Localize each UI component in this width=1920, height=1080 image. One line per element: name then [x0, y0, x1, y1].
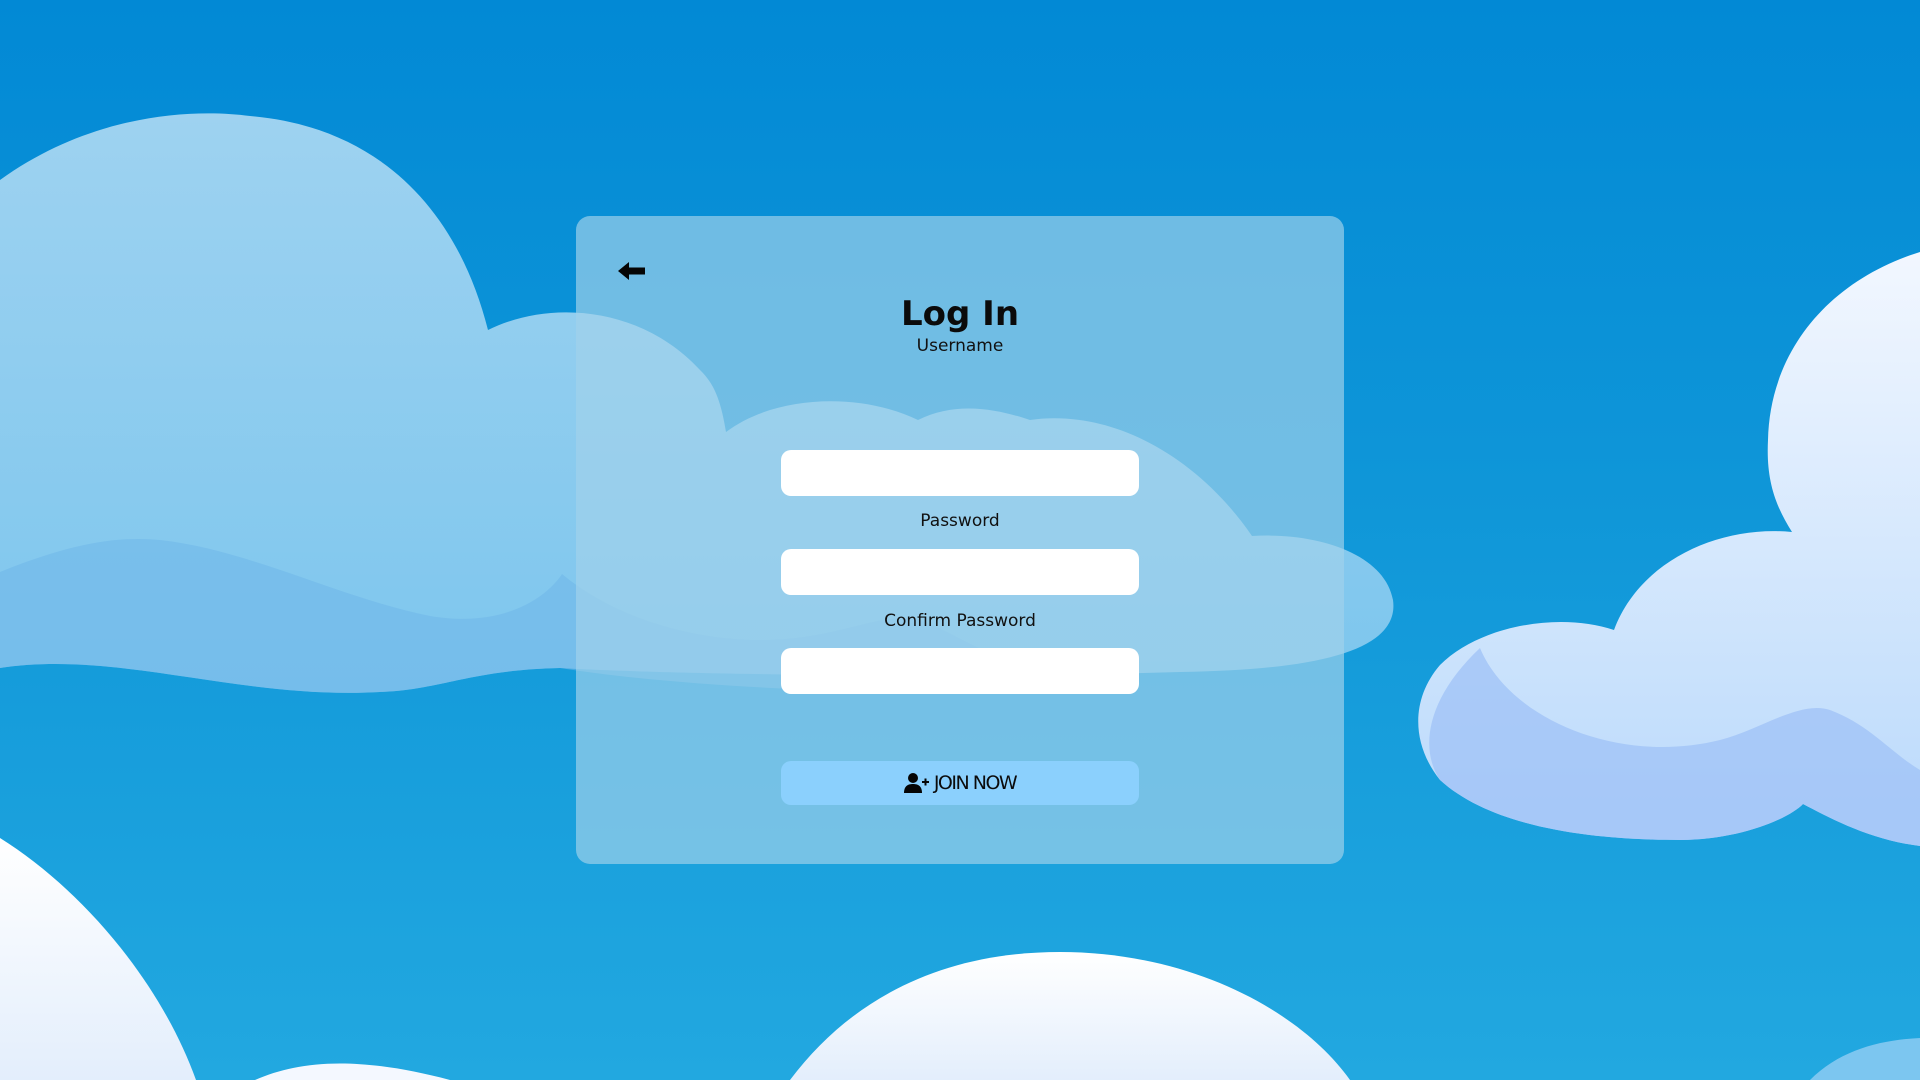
arrow-left-icon: [618, 262, 645, 280]
login-page: Log In Username Password Confirm Passwor…: [0, 0, 1920, 1080]
username-input[interactable]: [781, 450, 1139, 496]
confirm-password-label: Confirm Password: [884, 611, 1036, 631]
login-card: Log In Username Password Confirm Passwor…: [576, 216, 1344, 864]
page-title: Log In: [900, 294, 1020, 334]
user-plus-icon: [903, 772, 930, 794]
join-now-label: JOIN NOW: [933, 772, 1018, 794]
right-cloud: [1418, 252, 1920, 846]
back-button[interactable]: [614, 256, 650, 286]
join-now-button[interactable]: JOIN NOW: [781, 761, 1139, 805]
password-label: Password: [920, 511, 1000, 531]
username-label: Username: [916, 336, 1004, 356]
password-input[interactable]: [781, 549, 1139, 595]
bottom-clouds: [0, 838, 1920, 1080]
confirm-password-input[interactable]: [781, 648, 1139, 694]
